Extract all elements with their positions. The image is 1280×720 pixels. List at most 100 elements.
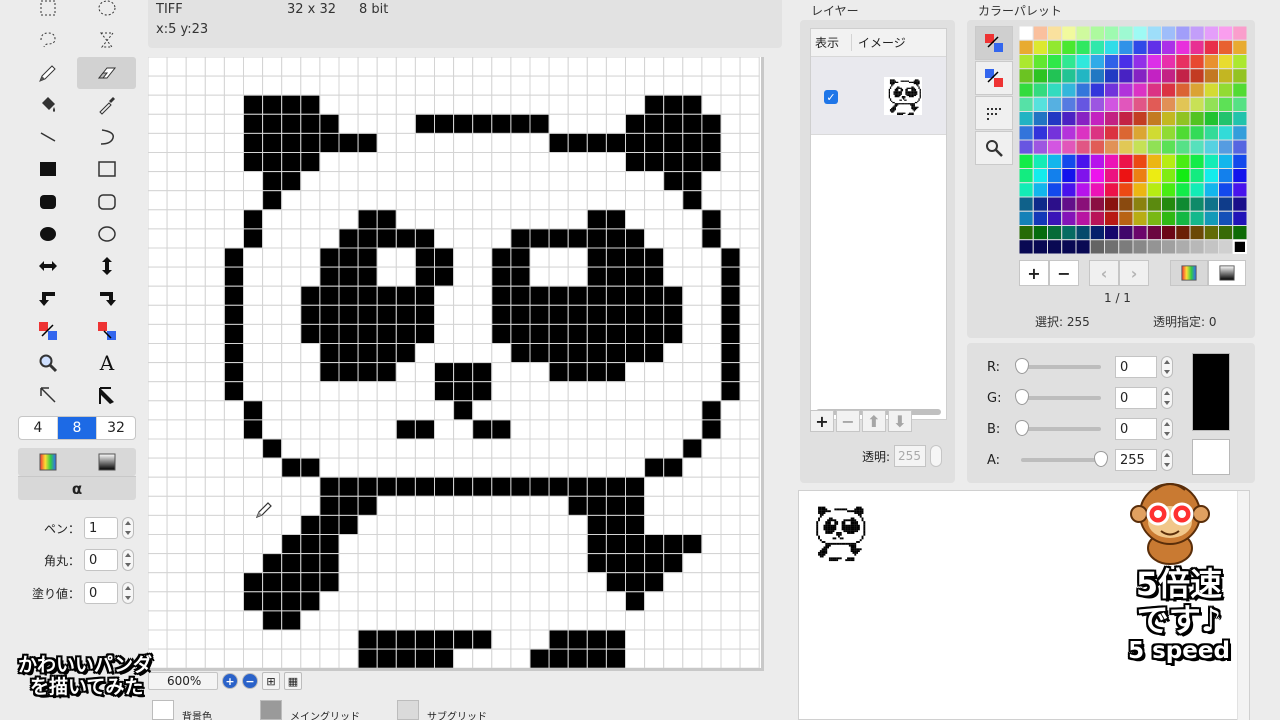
layer-row[interactable]: ✓ bbox=[811, 57, 946, 135]
corner-radius-input[interactable]: 0 bbox=[84, 549, 118, 571]
hourglass-select-tool-button[interactable] bbox=[77, 24, 136, 56]
fill-value-input[interactable]: 0 bbox=[84, 582, 118, 604]
green-stepper[interactable] bbox=[1161, 387, 1173, 409]
move-layer-down-button[interactable]: ⬇ bbox=[888, 410, 912, 432]
blue-slider-knob[interactable] bbox=[1015, 420, 1029, 436]
palette-swatch bbox=[1189, 82, 1205, 98]
zoom-in-button[interactable]: + bbox=[222, 673, 238, 689]
palette-swap-button[interactable] bbox=[975, 26, 1013, 60]
red-slider-knob[interactable] bbox=[1015, 358, 1029, 374]
rounded-rect-tool-button[interactable] bbox=[77, 186, 136, 218]
line-tool-button[interactable] bbox=[18, 121, 77, 153]
thumb-pixel bbox=[891, 79, 893, 81]
palette-swap-alt-button[interactable] bbox=[975, 61, 1013, 95]
pen-size-stepper[interactable] bbox=[122, 517, 134, 539]
red-slider[interactable] bbox=[1015, 358, 1101, 374]
thumb-pixel bbox=[911, 107, 913, 110]
pixel-cell bbox=[472, 247, 493, 268]
pixel-cell bbox=[281, 419, 302, 440]
foreground-color-swatch[interactable] bbox=[1192, 353, 1230, 431]
rotate-right-tool-button[interactable] bbox=[77, 283, 136, 315]
palette-zoom-button[interactable] bbox=[975, 131, 1013, 165]
brush-size-8[interactable]: 8 bbox=[57, 417, 96, 439]
ellipse-tool-button[interactable] bbox=[77, 218, 136, 250]
layer-visible-checkbox[interactable]: ✓ bbox=[824, 90, 838, 104]
green-slider-knob[interactable] bbox=[1015, 389, 1029, 405]
thumb-pixel bbox=[907, 91, 909, 93]
curve-tool-button[interactable] bbox=[77, 121, 136, 153]
add-color-button[interactable]: + bbox=[1019, 260, 1049, 286]
bg-color-swatch[interactable] bbox=[152, 700, 174, 720]
eyedropper-tool-button[interactable] bbox=[77, 89, 136, 121]
thumb-pixel bbox=[852, 519, 855, 522]
filled-rect-tool-button[interactable] bbox=[18, 153, 77, 185]
layer-opacity-input[interactable]: 255 bbox=[894, 445, 927, 467]
paint-bucket-tool-button[interactable] bbox=[18, 89, 77, 121]
pixel-grid[interactable] bbox=[148, 57, 761, 668]
palette-next-button[interactable]: › bbox=[1119, 260, 1149, 286]
color-palette-grid[interactable] bbox=[1019, 26, 1247, 254]
move-layer-up-button[interactable]: ⬆ bbox=[862, 410, 886, 432]
red-stepper[interactable] bbox=[1161, 356, 1173, 378]
background-color-swatch[interactable] bbox=[1192, 439, 1230, 475]
rect-select-tool-button[interactable] bbox=[18, 0, 77, 24]
sub-grid-swatch[interactable] bbox=[397, 700, 419, 720]
remove-color-button[interactable]: − bbox=[1049, 260, 1079, 286]
thumb-pixel bbox=[850, 510, 853, 513]
cursor-filled-tool-button[interactable] bbox=[77, 380, 136, 412]
flip-vertical-tool-button[interactable] bbox=[77, 250, 136, 282]
zoom-select[interactable]: 600% bbox=[148, 672, 218, 690]
tool-panel: A 4 8 32 α ペン： 1 角丸： 0 塗り値： 0 bbox=[0, 0, 145, 720]
pixel-cell bbox=[300, 591, 321, 612]
rect-outline-tool-button[interactable] bbox=[77, 153, 136, 185]
sub-grid-toggle-icon[interactable]: ▦ bbox=[284, 672, 302, 690]
pen-size-input[interactable]: 1 bbox=[84, 517, 118, 539]
add-layer-button[interactable]: + bbox=[810, 410, 834, 432]
alpha-slider[interactable] bbox=[1021, 451, 1108, 467]
swap-colors-tool-button[interactable] bbox=[18, 315, 77, 347]
blue-value-input[interactable]: 0 bbox=[1115, 418, 1157, 440]
zoom-tool-button[interactable] bbox=[18, 347, 77, 379]
pixel-cell bbox=[300, 94, 321, 115]
pixel-cell bbox=[185, 75, 206, 96]
alpha-stepper[interactable] bbox=[1161, 449, 1173, 471]
filled-rounded-rect-tool-button[interactable] bbox=[18, 186, 77, 218]
rgb-mode-button[interactable] bbox=[18, 448, 77, 476]
brush-size-4[interactable]: 4 bbox=[19, 417, 57, 439]
swap-colors-alt-tool-button[interactable] bbox=[77, 315, 136, 347]
main-grid-swatch[interactable] bbox=[260, 700, 282, 720]
filled-ellipse-tool-button[interactable] bbox=[18, 218, 77, 250]
flip-horizontal-tool-button[interactable] bbox=[18, 250, 77, 282]
layer-opacity-stepper[interactable] bbox=[930, 445, 943, 467]
palette-swatch bbox=[1189, 39, 1205, 55]
alpha-slider-knob[interactable] bbox=[1094, 451, 1108, 467]
blue-slider[interactable] bbox=[1015, 420, 1101, 436]
blue-stepper[interactable] bbox=[1161, 418, 1173, 440]
eraser-tool-button[interactable] bbox=[77, 56, 136, 89]
green-slider[interactable] bbox=[1015, 389, 1101, 405]
green-value-input[interactable]: 0 bbox=[1115, 387, 1157, 409]
alpha-button[interactable]: α bbox=[18, 476, 136, 500]
palette-prev-button[interactable]: ‹ bbox=[1089, 260, 1119, 286]
lasso-tool-button[interactable] bbox=[18, 24, 77, 56]
main-grid-toggle-icon[interactable]: ⊞ bbox=[262, 672, 280, 690]
remove-layer-button[interactable]: − bbox=[836, 410, 860, 432]
palette-grid-button[interactable] bbox=[975, 96, 1013, 130]
palette-rgb-button[interactable] bbox=[1170, 260, 1208, 286]
gray-mode-button[interactable] bbox=[77, 448, 136, 476]
brush-size-32[interactable]: 32 bbox=[96, 417, 135, 439]
text-tool-button[interactable]: A bbox=[77, 347, 136, 379]
palette-swatch bbox=[1118, 125, 1134, 141]
ellipse-select-tool-button[interactable] bbox=[77, 0, 136, 24]
cursor-tool-button[interactable] bbox=[18, 380, 77, 412]
corner-radius-stepper[interactable] bbox=[122, 549, 134, 571]
fill-value-stepper[interactable] bbox=[122, 582, 134, 604]
pixel-canvas[interactable] bbox=[148, 57, 764, 671]
zoom-out-button[interactable]: − bbox=[242, 673, 258, 689]
thumb-pixel bbox=[850, 532, 853, 534]
red-value-input[interactable]: 0 bbox=[1115, 356, 1157, 378]
pencil-tool-button[interactable] bbox=[18, 57, 77, 89]
rotate-left-tool-button[interactable] bbox=[18, 283, 77, 315]
palette-gray-button[interactable] bbox=[1208, 260, 1246, 286]
alpha-value-input[interactable]: 255 bbox=[1115, 449, 1157, 471]
